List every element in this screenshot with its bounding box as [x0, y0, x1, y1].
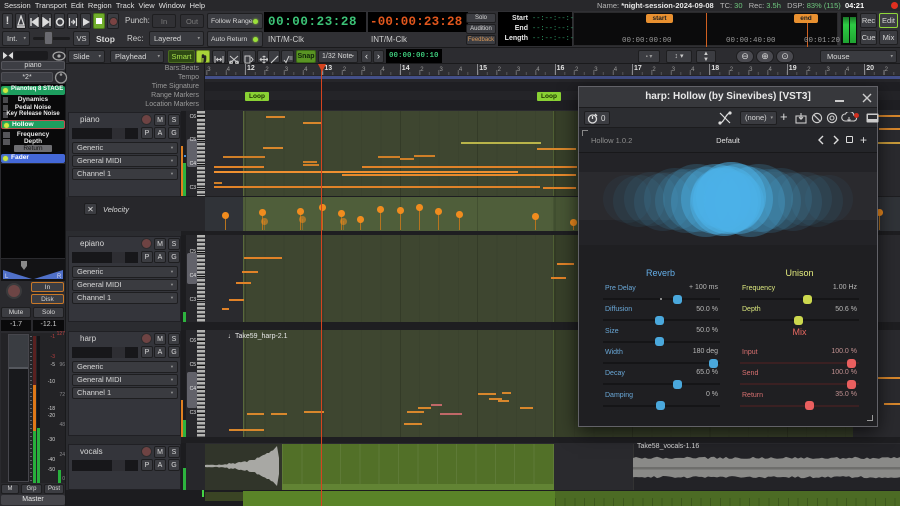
- svg-text:R: R: [57, 274, 62, 280]
